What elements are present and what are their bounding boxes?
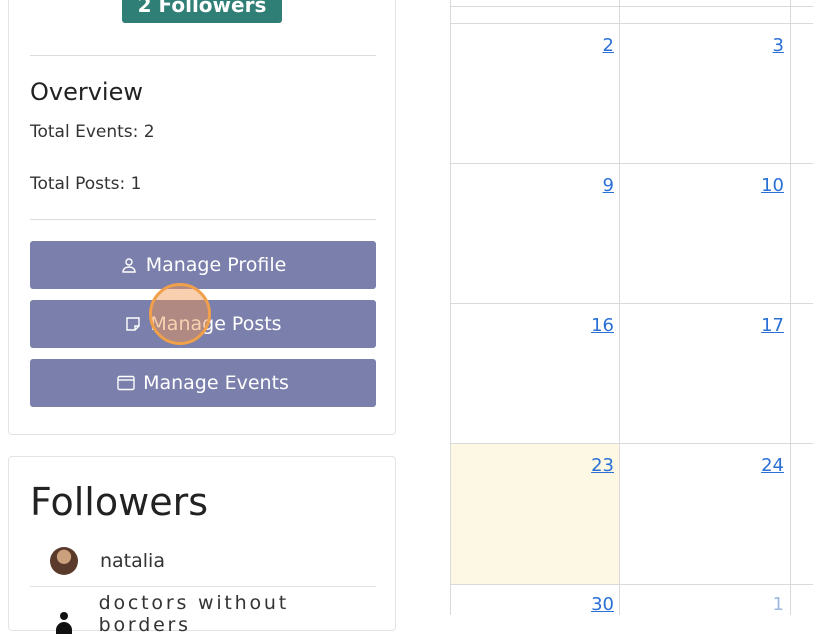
calendar-day[interactable]: 2	[574, 35, 614, 56]
manage-profile-label: Manage Profile	[145, 254, 287, 276]
grid-line	[450, 0, 451, 615]
grid-line	[450, 303, 813, 304]
calendar-day[interactable]: 24	[744, 455, 784, 476]
click-indicator	[149, 283, 211, 345]
follower-item[interactable]: natalia	[30, 539, 376, 583]
calendar-day[interactable]: 1	[744, 594, 784, 615]
avatar	[50, 547, 78, 575]
grid-line	[450, 163, 813, 164]
calendar-day[interactable]: 16	[574, 315, 614, 336]
calendar-day[interactable]: 10	[744, 175, 784, 196]
calendar-day[interactable]: 17	[744, 315, 784, 336]
note-icon	[124, 315, 142, 333]
calendar-icon	[117, 374, 135, 392]
user-icon	[120, 256, 138, 274]
grid-line	[450, 584, 813, 585]
divider	[30, 219, 376, 220]
followers-title: Followers	[30, 480, 208, 524]
manage-profile-button[interactable]: Manage Profile	[30, 241, 376, 289]
calendar-day[interactable]: 30	[574, 594, 614, 615]
grid-line	[450, 23, 813, 24]
grid-line	[619, 0, 620, 615]
calendar-day[interactable]: 3	[744, 35, 784, 56]
grid-line	[450, 6, 813, 7]
manage-events-button[interactable]: Manage Events	[30, 359, 376, 407]
total-events-stat: Total Events: 2	[30, 122, 155, 142]
calendar-day[interactable]: 9	[574, 175, 614, 196]
divider	[30, 586, 376, 587]
person-icon	[50, 600, 77, 634]
follower-name[interactable]: doctors without borders	[99, 592, 376, 636]
grid-line	[790, 0, 791, 615]
follower-name[interactable]: natalia	[100, 550, 165, 572]
manage-events-label: Manage Events	[143, 372, 289, 394]
follower-item[interactable]: doctors without borders	[30, 592, 376, 636]
calendar-day[interactable]: 23	[574, 455, 614, 476]
total-posts-stat: Total Posts: 1	[30, 174, 142, 194]
overview-title: Overview	[30, 78, 143, 106]
grid-line	[450, 443, 813, 444]
followers-badge[interactable]: 2 Followers	[122, 0, 282, 23]
divider	[30, 55, 376, 56]
